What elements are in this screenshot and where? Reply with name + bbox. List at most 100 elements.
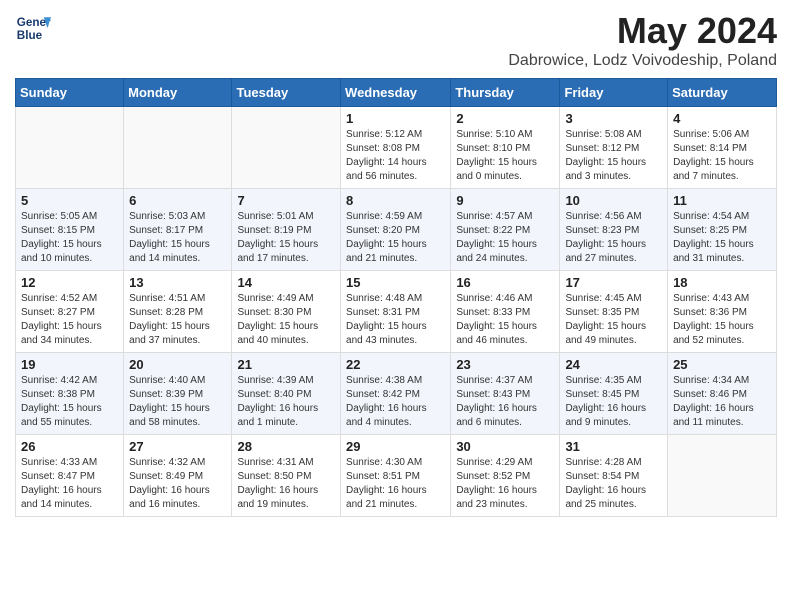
day-info: Sunrise: 4:38 AM Sunset: 8:42 PM Dayligh… [346, 374, 445, 430]
day-cell [124, 107, 232, 189]
header-cell-friday: Friday [560, 79, 668, 107]
header-cell-saturday: Saturday [668, 79, 777, 107]
day-info: Sunrise: 5:06 AM Sunset: 8:14 PM Dayligh… [673, 128, 771, 184]
day-info: Sunrise: 4:48 AM Sunset: 8:31 PM Dayligh… [346, 292, 445, 348]
day-number: 1 [346, 111, 445, 126]
day-number: 4 [673, 111, 771, 126]
logo: General Blue [15, 10, 51, 46]
day-info: Sunrise: 4:29 AM Sunset: 8:52 PM Dayligh… [456, 456, 554, 512]
day-number: 8 [346, 193, 445, 208]
day-cell: 4 Sunrise: 5:06 AM Sunset: 8:14 PM Daylig… [668, 107, 777, 189]
day-cell: 27Sunrise: 4:32 AM Sunset: 8:49 PM Dayli… [124, 435, 232, 517]
day-number: 26 [21, 439, 118, 454]
day-number: 6 [129, 193, 226, 208]
day-cell: 22 Sunrise: 4:38 AM Sunset: 8:42 PM Dayli… [341, 353, 451, 435]
day-info: Sunrise: 4:51 AM Sunset: 8:28 PM Dayligh… [129, 292, 226, 348]
header-cell-thursday: Thursday [451, 79, 560, 107]
day-cell [16, 107, 124, 189]
day-info: Sunrise: 4:56 AM Sunset: 8:23 PM Dayligh… [565, 210, 662, 266]
day-cell: 23 Sunrise: 4:37 AM Sunset: 8:43 PM Dayli… [451, 353, 560, 435]
day-cell: 20 Sunrise: 4:40 AM Sunset: 8:39 PM Dayli… [124, 353, 232, 435]
day-info: Sunrise: 4:39 AM Sunset: 8:40 PM Dayligh… [237, 374, 335, 430]
calendar-header-row: SundayMondayTuesdayWednesdayThursdayFrid… [16, 79, 777, 107]
day-number: 12 [21, 275, 118, 290]
day-number: 2 [456, 111, 554, 126]
day-number: 5 [21, 193, 118, 208]
logo-icon: General Blue [15, 10, 51, 46]
day-info: Sunrise: 5:10 AM Sunset: 8:10 PM Dayligh… [456, 128, 554, 184]
day-info: Sunrise: 4:57 AM Sunset: 8:22 PM Dayligh… [456, 210, 554, 266]
day-number: 15 [346, 275, 445, 290]
day-info: Sunrise: 5:01 AM Sunset: 8:19 PM Dayligh… [237, 210, 335, 266]
day-number: 27 [129, 439, 226, 454]
week-row-4: 19 Sunrise: 4:42 AM Sunset: 8:38 PM Dayli… [16, 353, 777, 435]
day-cell [232, 107, 341, 189]
day-number: 17 [565, 275, 662, 290]
month-title: May 2024 [508, 10, 777, 52]
day-info: Sunrise: 4:28 AM Sunset: 8:54 PM Dayligh… [565, 456, 662, 512]
day-cell: 19 Sunrise: 4:42 AM Sunset: 8:38 PM Dayli… [16, 353, 124, 435]
week-row-2: 5Sunrise: 5:05 AM Sunset: 8:15 PM Daylig… [16, 189, 777, 271]
day-number: 18 [673, 275, 771, 290]
day-info: Sunrise: 4:49 AM Sunset: 8:30 PM Dayligh… [237, 292, 335, 348]
day-number: 30 [456, 439, 554, 454]
day-number: 3 [565, 111, 662, 126]
day-info: Sunrise: 4:33 AM Sunset: 8:47 PM Dayligh… [21, 456, 118, 512]
day-info: Sunrise: 5:03 AM Sunset: 8:17 PM Dayligh… [129, 210, 226, 266]
day-cell: 24 Sunrise: 4:35 AM Sunset: 8:45 PM Dayli… [560, 353, 668, 435]
day-cell: 1 Sunrise: 5:12 AM Sunset: 8:08 PM Daylig… [341, 107, 451, 189]
day-number: 29 [346, 439, 445, 454]
week-row-3: 12Sunrise: 4:52 AM Sunset: 8:27 PM Dayli… [16, 271, 777, 353]
day-cell: 18Sunrise: 4:43 AM Sunset: 8:36 PM Dayli… [668, 271, 777, 353]
header-cell-wednesday: Wednesday [341, 79, 451, 107]
day-cell: 12Sunrise: 4:52 AM Sunset: 8:27 PM Dayli… [16, 271, 124, 353]
day-number: 13 [129, 275, 226, 290]
day-info: Sunrise: 4:34 AM Sunset: 8:46 PM Dayligh… [673, 374, 771, 430]
day-cell: 25 Sunrise: 4:34 AM Sunset: 8:46 PM Dayli… [668, 353, 777, 435]
week-row-1: 1 Sunrise: 5:12 AM Sunset: 8:08 PM Daylig… [16, 107, 777, 189]
day-info: Sunrise: 4:40 AM Sunset: 8:39 PM Dayligh… [129, 374, 226, 430]
day-number: 14 [237, 275, 335, 290]
day-cell: 31 Sunrise: 4:28 AM Sunset: 8:54 PM Dayli… [560, 435, 668, 517]
day-number: 7 [237, 193, 335, 208]
day-cell: 9Sunrise: 4:57 AM Sunset: 8:22 PM Daylig… [451, 189, 560, 271]
day-number: 23 [456, 357, 554, 372]
header-cell-sunday: Sunday [16, 79, 124, 107]
day-cell: 7 Sunrise: 5:01 AM Sunset: 8:19 PM Daylig… [232, 189, 341, 271]
day-number: 28 [237, 439, 335, 454]
day-cell: 5Sunrise: 5:05 AM Sunset: 8:15 PM Daylig… [16, 189, 124, 271]
header-cell-tuesday: Tuesday [232, 79, 341, 107]
day-info: Sunrise: 4:42 AM Sunset: 8:38 PM Dayligh… [21, 374, 118, 430]
day-info: Sunrise: 5:08 AM Sunset: 8:12 PM Dayligh… [565, 128, 662, 184]
day-cell: 6 Sunrise: 5:03 AM Sunset: 8:17 PM Daylig… [124, 189, 232, 271]
day-number: 16 [456, 275, 554, 290]
day-info: Sunrise: 4:54 AM Sunset: 8:25 PM Dayligh… [673, 210, 771, 266]
svg-text:Blue: Blue [17, 29, 43, 42]
title-area: May 2024 Dabrowice, Lodz Voivodeship, Po… [508, 10, 777, 70]
day-cell: 15 Sunrise: 4:48 AM Sunset: 8:31 PM Dayli… [341, 271, 451, 353]
day-cell: 14 Sunrise: 4:49 AM Sunset: 8:30 PM Dayli… [232, 271, 341, 353]
day-info: Sunrise: 4:37 AM Sunset: 8:43 PM Dayligh… [456, 374, 554, 430]
day-cell: 30 Sunrise: 4:29 AM Sunset: 8:52 PM Dayli… [451, 435, 560, 517]
day-number: 24 [565, 357, 662, 372]
day-info: Sunrise: 4:46 AM Sunset: 8:33 PM Dayligh… [456, 292, 554, 348]
day-info: Sunrise: 4:35 AM Sunset: 8:45 PM Dayligh… [565, 374, 662, 430]
day-number: 25 [673, 357, 771, 372]
day-cell: 26 Sunrise: 4:33 AM Sunset: 8:47 PM Dayli… [16, 435, 124, 517]
day-number: 22 [346, 357, 445, 372]
day-number: 31 [565, 439, 662, 454]
day-info: Sunrise: 5:12 AM Sunset: 8:08 PM Dayligh… [346, 128, 445, 184]
day-info: Sunrise: 4:45 AM Sunset: 8:35 PM Dayligh… [565, 292, 662, 348]
day-cell [668, 435, 777, 517]
day-cell: 10 Sunrise: 4:56 AM Sunset: 8:23 PM Dayli… [560, 189, 668, 271]
day-cell: 2 Sunrise: 5:10 AM Sunset: 8:10 PM Daylig… [451, 107, 560, 189]
day-cell: 28Sunrise: 4:31 AM Sunset: 8:50 PM Dayli… [232, 435, 341, 517]
day-number: 20 [129, 357, 226, 372]
day-cell: 16 Sunrise: 4:46 AM Sunset: 8:33 PM Dayli… [451, 271, 560, 353]
day-cell: 8Sunrise: 4:59 AM Sunset: 8:20 PM Daylig… [341, 189, 451, 271]
day-cell: 29 Sunrise: 4:30 AM Sunset: 8:51 PM Dayli… [341, 435, 451, 517]
day-cell: 11Sunrise: 4:54 AM Sunset: 8:25 PM Dayli… [668, 189, 777, 271]
day-number: 19 [21, 357, 118, 372]
day-info: Sunrise: 4:30 AM Sunset: 8:51 PM Dayligh… [346, 456, 445, 512]
day-number: 10 [565, 193, 662, 208]
